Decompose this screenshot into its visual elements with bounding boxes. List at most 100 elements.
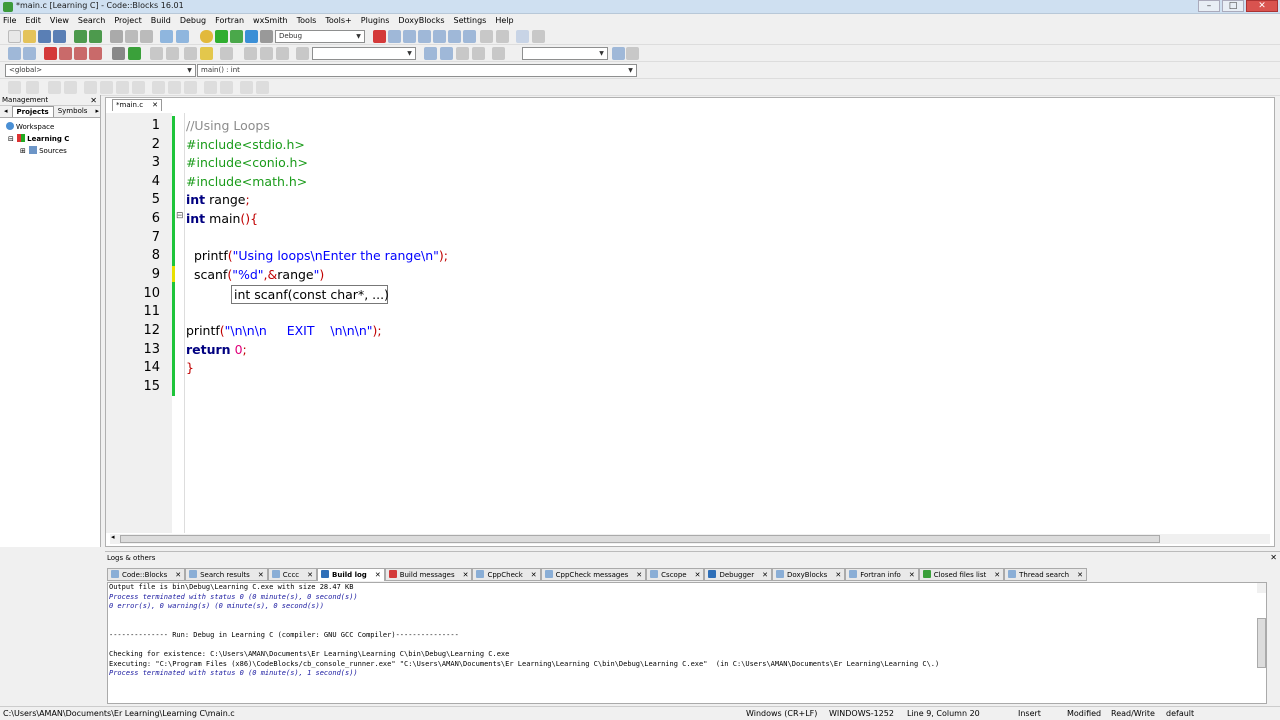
scrollbar-thumb[interactable] — [120, 535, 1160, 543]
save-icon[interactable] — [38, 30, 51, 43]
close-tab-icon[interactable]: ✕ — [531, 571, 537, 579]
tab-build-log[interactable]: Build log ✕ — [317, 568, 385, 581]
function-select[interactable]: main() : int ▼ — [197, 64, 637, 77]
close-logs-icon[interactable]: ✕ — [1270, 552, 1277, 564]
toggle-bookmark-icon[interactable] — [44, 47, 57, 60]
find-options-icon[interactable] — [492, 47, 505, 60]
next-marker-icon[interactable] — [276, 47, 289, 60]
editor-horizontal-scrollbar[interactable]: ◂ — [110, 533, 1270, 544]
tab-debugger[interactable]: Debugger ✕ — [704, 568, 772, 581]
tab-cppcheck-messages[interactable]: CppCheck messages ✕ — [540, 568, 647, 581]
copy-icon[interactable] — [125, 30, 138, 43]
menu-project[interactable]: Project — [114, 14, 141, 27]
abort-icon[interactable] — [260, 30, 273, 43]
flex-sizer-icon[interactable] — [116, 81, 129, 94]
build-and-run-icon[interactable] — [230, 30, 243, 43]
rebuild-file-icon[interactable] — [128, 47, 141, 60]
search-icon[interactable] — [612, 47, 625, 60]
menu-plugins[interactable]: Plugins — [361, 14, 390, 27]
close-tab-icon[interactable]: ✕ — [762, 571, 768, 579]
close-window-button[interactable]: ✕ — [1246, 0, 1278, 12]
menu-view[interactable]: View — [50, 14, 69, 27]
step-out-icon[interactable] — [433, 30, 446, 43]
menu-wxsmith[interactable]: wxSmith — [253, 14, 288, 27]
tree-sources[interactable]: ⊞ Sources — [0, 145, 100, 157]
scroll-left-icon[interactable]: ◂ — [111, 533, 115, 541]
close-tab-icon[interactable]: ✕ — [636, 571, 642, 579]
close-tab-icon[interactable]: ✕ — [152, 100, 158, 111]
rebuild-icon[interactable] — [245, 30, 258, 43]
menu-build[interactable]: Build — [151, 14, 171, 27]
menu-help[interactable]: Help — [495, 14, 513, 27]
tab-build-messages[interactable]: Build messages ✕ — [384, 568, 473, 581]
tree-project-learning-c[interactable]: ⊟ Learning C — [0, 133, 100, 145]
symbol-s-icon[interactable] — [240, 81, 253, 94]
panel-icon[interactable] — [48, 81, 61, 94]
maximize-button[interactable]: □ — [1222, 0, 1244, 12]
tab-cscope[interactable]: Cscope ✕ — [646, 568, 705, 581]
minimize-button[interactable]: – — [1198, 0, 1220, 12]
uncomment-icon[interactable] — [166, 47, 179, 60]
expand-icon[interactable]: ⊞ — [20, 147, 26, 155]
tab-fortran-info[interactable]: Fortran info ✕ — [845, 568, 919, 581]
tab-cppcheck[interactable]: CppCheck ✕ — [472, 568, 541, 581]
wrap-sizer-icon[interactable] — [184, 81, 197, 94]
next-instruction-icon[interactable] — [448, 30, 461, 43]
tab-symbols[interactable]: Symbols — [54, 106, 92, 117]
menu-edit[interactable]: Edit — [25, 14, 41, 27]
undo-icon[interactable] — [74, 30, 87, 43]
tree-workspace[interactable]: Workspace — [0, 121, 100, 133]
static-box-icon[interactable] — [152, 81, 165, 94]
various-info-icon[interactable] — [532, 30, 545, 43]
cut-icon[interactable] — [110, 30, 123, 43]
comment-icon[interactable] — [150, 47, 163, 60]
log-vertical-scrollbar[interactable] — [1257, 583, 1266, 668]
grid-sizer-icon[interactable] — [100, 81, 113, 94]
zoom-in-icon[interactable] — [204, 81, 217, 94]
paste-icon[interactable] — [140, 30, 153, 43]
select-icon[interactable] — [220, 47, 233, 60]
editor-tab-main-c[interactable]: *main.c ✕ — [112, 99, 162, 111]
close-tab-icon[interactable]: ✕ — [463, 571, 469, 579]
close-tab-icon[interactable]: ✕ — [695, 571, 701, 579]
menu-doxyblocks[interactable]: DoxyBlocks — [398, 14, 444, 27]
close-tab-icon[interactable]: ✕ — [994, 571, 1000, 579]
regex-icon[interactable] — [456, 47, 469, 60]
collapse-icon[interactable]: ⊟ — [8, 135, 14, 143]
menu-tools-plus[interactable]: Tools+ — [325, 14, 351, 27]
debugging-windows-icon[interactable] — [516, 30, 529, 43]
save-all-icon[interactable] — [53, 30, 66, 43]
spacer-icon[interactable] — [168, 81, 181, 94]
jump-back-icon[interactable] — [8, 47, 21, 60]
rect-select-icon[interactable] — [244, 47, 257, 60]
search-settings-icon[interactable] — [626, 47, 639, 60]
step-into-instruction-icon[interactable] — [463, 30, 476, 43]
open-file-icon[interactable] — [23, 30, 36, 43]
compile-file-icon[interactable] — [112, 47, 125, 60]
run-icon[interactable] — [215, 30, 228, 43]
redo-icon[interactable] — [89, 30, 102, 43]
next-bookmark-icon[interactable] — [74, 47, 87, 60]
tab-projects[interactable]: Projects — [11, 106, 54, 117]
debug-continue-icon[interactable] — [373, 30, 386, 43]
scope-select[interactable]: <global> ▼ — [5, 64, 196, 77]
tab-cccc[interactable]: Cccc ✕ — [267, 568, 318, 581]
close-tab-icon[interactable]: ✕ — [307, 571, 313, 579]
menu-settings[interactable]: Settings — [454, 14, 487, 27]
scrollbar-thumb[interactable] — [1257, 618, 1266, 668]
close-tab-icon[interactable]: ✕ — [258, 571, 264, 579]
search-text-combo[interactable]: ▼ — [312, 47, 416, 60]
new-file-icon[interactable] — [8, 30, 21, 43]
tab-scroll-left-icon[interactable]: ◂ — [0, 106, 12, 117]
tab-scroll-right-icon[interactable]: ▸ — [91, 106, 103, 117]
refresh-icon[interactable] — [256, 81, 269, 94]
fold-margin[interactable]: ⊟ — [175, 113, 185, 533]
symbol-search-combo[interactable]: ▼ — [522, 47, 608, 60]
menu-search[interactable]: Search — [78, 14, 105, 27]
run-to-cursor-icon[interactable] — [388, 30, 401, 43]
fold-minus-icon[interactable]: ⊟ — [176, 211, 184, 221]
break-debugger-icon[interactable] — [480, 30, 493, 43]
sizer-icon[interactable] — [84, 81, 97, 94]
help-icon[interactable] — [200, 47, 213, 60]
jump-forward-icon[interactable] — [23, 47, 36, 60]
